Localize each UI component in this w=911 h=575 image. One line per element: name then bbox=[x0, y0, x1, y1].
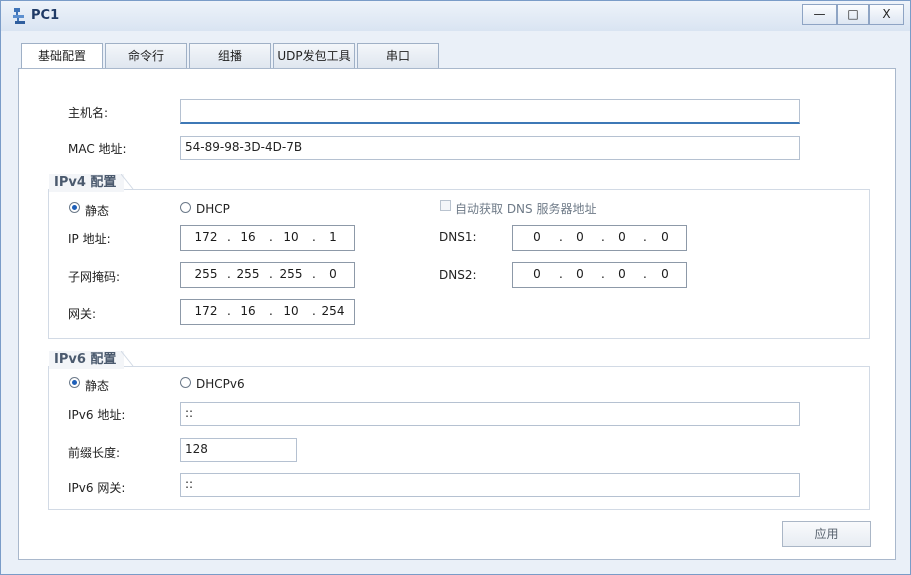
gw-octet-1[interactable]: 172 bbox=[191, 304, 221, 318]
ipv6-title-tab-edge bbox=[121, 351, 134, 367]
tab-multicast[interactable]: 组播 bbox=[189, 43, 271, 68]
dns2-octet-3[interactable]: 0 bbox=[607, 267, 637, 281]
dns1-octet-1[interactable]: 0 bbox=[522, 230, 552, 244]
gw-octet-3[interactable]: 10 bbox=[276, 304, 306, 318]
dhcpv6-radio[interactable] bbox=[180, 377, 191, 388]
minimize-icon: — bbox=[813, 7, 826, 21]
apply-button[interactable]: 应用 bbox=[782, 521, 871, 547]
window-title: PC1 bbox=[31, 8, 60, 23]
maximize-button[interactable]: □ bbox=[837, 4, 869, 25]
dns1-octet-4[interactable]: 0 bbox=[650, 230, 680, 244]
dns1-label: DNS1: bbox=[439, 230, 477, 244]
dns2-label: DNS2: bbox=[439, 268, 477, 282]
mask-dot: . bbox=[227, 267, 231, 281]
pc-device-icon bbox=[13, 8, 25, 24]
title-bar[interactable]: PC1 — □ X bbox=[1, 1, 910, 31]
auto-dns-label: 自动获取 DNS 服务器地址 bbox=[455, 202, 597, 216]
ip-octet-2[interactable]: 16 bbox=[233, 230, 263, 244]
ipv4-static-radio[interactable] bbox=[69, 202, 80, 213]
dns2-octet-2[interactable]: 0 bbox=[565, 267, 595, 281]
dns1-dot: . bbox=[559, 230, 563, 244]
pc1-config-window: PC1 — □ X 基础配置 命令行 组播 UDP发包工具 串口 主机名: MA… bbox=[0, 0, 911, 575]
dns1-input[interactable]: 0 . 0 . 0 . 0 bbox=[512, 225, 687, 251]
hostname-input[interactable] bbox=[180, 99, 800, 124]
gw-dot: . bbox=[312, 304, 316, 318]
tab-basic-config[interactable]: 基础配置 bbox=[21, 43, 103, 69]
dns1-dot: . bbox=[643, 230, 647, 244]
ip-octet-1[interactable]: 172 bbox=[191, 230, 221, 244]
dns2-octet-4[interactable]: 0 bbox=[650, 267, 680, 281]
ipv6-static-label: 静态 bbox=[85, 379, 110, 393]
gw-dot: . bbox=[227, 304, 231, 318]
ip-dot: . bbox=[269, 230, 273, 244]
dns2-dot: . bbox=[601, 267, 605, 281]
mask-octet-4[interactable]: 0 bbox=[318, 267, 348, 281]
ipv4-title-tab-edge bbox=[121, 174, 134, 190]
prefix-length-input[interactable]: 128 bbox=[180, 438, 297, 462]
subnet-mask-input[interactable]: 255 . 255 . 255 . 0 bbox=[180, 262, 355, 288]
hostname-label: 主机名: bbox=[68, 106, 109, 120]
dns1-octet-3[interactable]: 0 bbox=[607, 230, 637, 244]
mask-octet-1[interactable]: 255 bbox=[191, 267, 221, 281]
dns2-dot: . bbox=[559, 267, 563, 281]
tab-command-line[interactable]: 命令行 bbox=[105, 43, 187, 68]
dhcpv6-label: DHCPv6 bbox=[196, 377, 245, 391]
ip-address-label: IP 地址: bbox=[68, 232, 111, 246]
gw-octet-2[interactable]: 16 bbox=[233, 304, 263, 318]
ipv4-dhcp-label: DHCP bbox=[196, 202, 230, 216]
mask-dot: . bbox=[269, 267, 273, 281]
gateway-label: 网关: bbox=[68, 307, 97, 321]
ipv6-address-label: IPv6 地址: bbox=[68, 408, 126, 422]
mask-dot: . bbox=[312, 267, 316, 281]
ip-dot: . bbox=[312, 230, 316, 244]
tab-udp-tool[interactable]: UDP发包工具 bbox=[273, 43, 355, 68]
ip-octet-3[interactable]: 10 bbox=[276, 230, 306, 244]
prefix-length-label: 前缀长度: bbox=[68, 446, 121, 460]
ipv4-dhcp-radio[interactable] bbox=[180, 202, 191, 213]
dns1-octet-2[interactable]: 0 bbox=[565, 230, 595, 244]
close-button[interactable]: X bbox=[869, 4, 904, 25]
ipv6-address-input[interactable]: :: bbox=[180, 402, 800, 426]
ipv6-group-title: IPv6 配置 bbox=[49, 351, 125, 369]
ipv6-gateway-label: IPv6 网关: bbox=[68, 481, 126, 495]
gw-dot: . bbox=[269, 304, 273, 318]
mask-octet-3[interactable]: 255 bbox=[276, 267, 306, 281]
mac-label: MAC 地址: bbox=[68, 142, 127, 156]
dns2-input[interactable]: 0 . 0 . 0 . 0 bbox=[512, 262, 687, 288]
dns2-octet-1[interactable]: 0 bbox=[522, 267, 552, 281]
gw-octet-4[interactable]: 254 bbox=[318, 304, 348, 318]
ipv4-group-title: IPv4 配置 bbox=[49, 174, 125, 192]
dns1-dot: . bbox=[601, 230, 605, 244]
ip-address-input[interactable]: 172 . 16 . 10 . 1 bbox=[180, 225, 355, 251]
ipv6-static-radio[interactable] bbox=[69, 377, 80, 388]
ipv6-gateway-input[interactable]: :: bbox=[180, 473, 800, 497]
close-icon: X bbox=[882, 7, 891, 21]
ip-dot: . bbox=[227, 230, 231, 244]
mac-address-field[interactable]: 54-89-98-3D-4D-7B bbox=[180, 136, 800, 160]
minimize-button[interactable]: — bbox=[802, 4, 837, 25]
gateway-input[interactable]: 172 . 16 . 10 . 254 bbox=[180, 299, 355, 325]
tab-serial-port[interactable]: 串口 bbox=[357, 43, 439, 68]
mask-octet-2[interactable]: 255 bbox=[233, 267, 263, 281]
ipv4-static-label: 静态 bbox=[85, 204, 110, 218]
dns2-dot: . bbox=[643, 267, 647, 281]
auto-dns-checkbox[interactable] bbox=[440, 200, 451, 211]
subnet-mask-label: 子网掩码: bbox=[68, 270, 121, 284]
maximize-icon: □ bbox=[847, 7, 859, 21]
ip-octet-4[interactable]: 1 bbox=[318, 230, 348, 244]
